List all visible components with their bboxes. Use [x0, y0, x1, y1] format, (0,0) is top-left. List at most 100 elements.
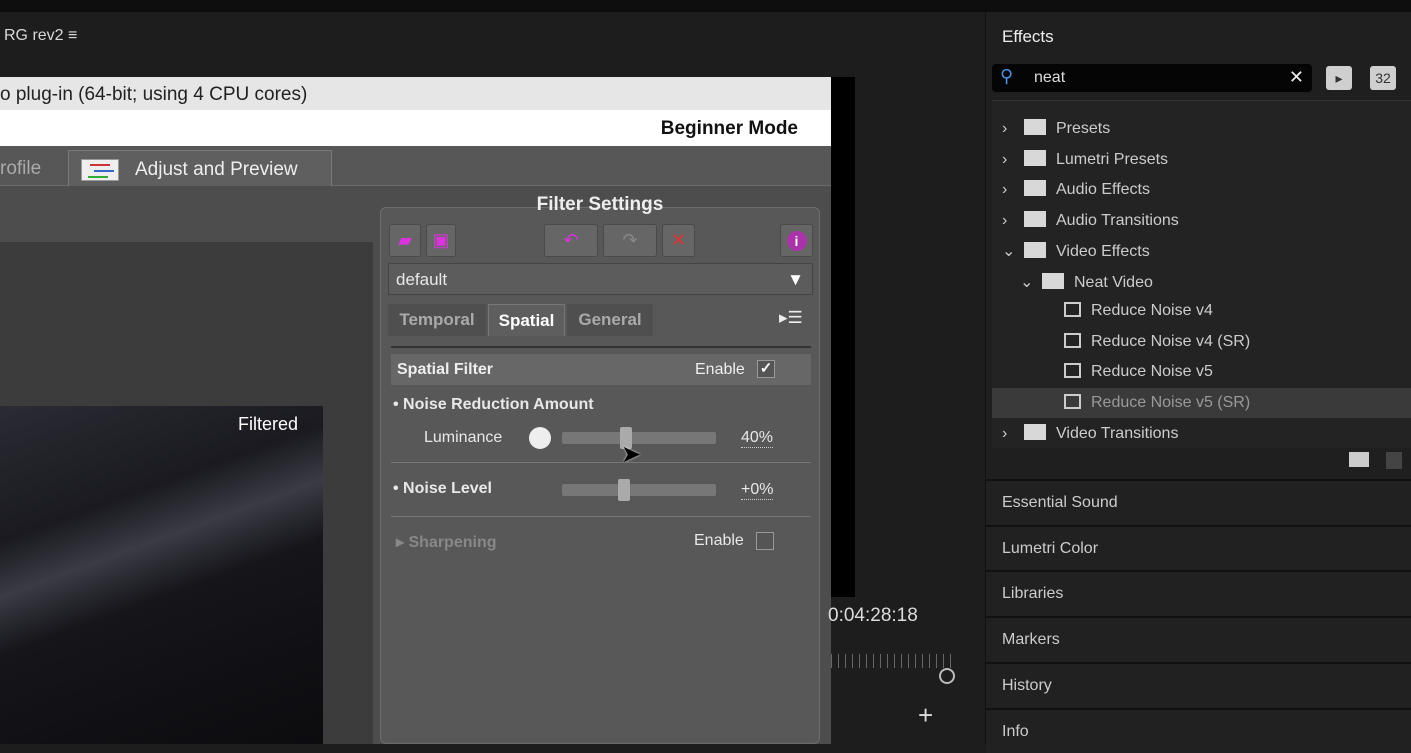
- 32bit-effects-icon[interactable]: 32: [1370, 66, 1396, 90]
- tree-item[interactable]: › Video Transitions: [992, 418, 1411, 448]
- panel-tab[interactable]: History: [986, 661, 1411, 707]
- undo-button[interactable]: ↶: [544, 224, 598, 257]
- folder-icon: [1024, 424, 1046, 440]
- tab-spatial[interactable]: Spatial: [488, 304, 565, 336]
- panel-tab[interactable]: Markers: [986, 616, 1411, 662]
- effects-panel: Effects ⚲ neat ✕ ▸ 32 › Presets › Lumetri…: [985, 12, 1411, 753]
- spatial-filter-label: Spatial Filter: [397, 361, 494, 378]
- tree-item[interactable]: Reduce Noise v5 (SR): [992, 387, 1411, 418]
- sequence-tab[interactable]: RG rev2 ≡: [4, 27, 77, 45]
- preview-image[interactable]: [0, 406, 323, 744]
- tree-item[interactable]: Reduce Noise v5: [992, 357, 1411, 387]
- panel-tab[interactable]: Essential Sound: [986, 479, 1411, 524]
- filter-settings-title: Filter Settings: [536, 194, 664, 215]
- spatial-enable-checkbox[interactable]: ✓: [757, 360, 775, 378]
- tree-item[interactable]: Reduce Noise v4 (SR): [992, 327, 1411, 357]
- tree-item-label: Audio Transitions: [1056, 211, 1179, 229]
- effects-search[interactable]: ⚲ neat ✕: [992, 64, 1312, 92]
- program-monitor-video: [831, 77, 855, 597]
- folder-icon: [1024, 210, 1046, 227]
- panel-tab[interactable]: Lumetri Color: [986, 524, 1411, 570]
- redo-button[interactable]: ↷: [603, 224, 657, 257]
- folder-icon: [1042, 272, 1064, 289]
- slider-thumb[interactable]: [618, 479, 630, 501]
- panel-tab[interactable]: Info: [986, 707, 1411, 753]
- search-icon: ⚲: [1000, 66, 1014, 86]
- chevron-right-icon[interactable]: ›: [1002, 181, 1024, 199]
- noise-level-heading: • Noise Level: [393, 480, 492, 497]
- timecode[interactable]: 0:04:28:18: [828, 605, 918, 627]
- tree-item[interactable]: › Audio Effects: [992, 174, 1411, 204]
- tree-item-label: Reduce Noise v4: [1091, 302, 1213, 319]
- open-folder-button[interactable]: ▰: [389, 224, 421, 257]
- noise-level-slider[interactable]: [562, 479, 716, 501]
- panel-tab[interactable]: Libraries: [986, 570, 1411, 616]
- tab-general[interactable]: General: [567, 304, 653, 336]
- divider: [391, 516, 811, 517]
- tree-item-label: Reduce Noise v4 (SR): [1091, 332, 1251, 350]
- noise-reduction-label: Noise Reduction Amount: [403, 396, 594, 413]
- preset-dropdown[interactable]: default ▼: [388, 263, 813, 295]
- undo-icon: ↶: [563, 230, 579, 250]
- dialog-tabs: rofile Adjust and Preview: [0, 146, 831, 186]
- cursor-icon: ➤: [621, 441, 642, 468]
- spatial-filter-header: Spatial Filter Enable ✓: [391, 354, 811, 385]
- tree-item[interactable]: Reduce Noise v4: [992, 296, 1411, 326]
- save-button[interactable]: ▣: [426, 224, 456, 257]
- chevron-down-icon: ▼: [787, 270, 804, 289]
- effect-icon: [1064, 302, 1081, 317]
- sharpening-toggle[interactable]: ▸ Sharpening: [396, 532, 497, 552]
- folder-icon: [1024, 149, 1046, 166]
- sharpening-enable-label: Enable: [694, 532, 744, 549]
- tab-menu-icon[interactable]: ▸☰: [779, 308, 803, 328]
- effects-title: Effects: [1002, 27, 1054, 46]
- redo-icon: ↷: [622, 230, 638, 250]
- luminance-value[interactable]: 40%: [741, 429, 774, 448]
- sharpening-label: Sharpening: [408, 534, 497, 551]
- sharpening-enable-checkbox[interactable]: [756, 532, 774, 550]
- luminance-reset-dot[interactable]: [529, 427, 551, 449]
- noise-reduction-heading: • Noise Reduction Amount: [393, 396, 594, 413]
- new-bin-icon[interactable]: [1349, 452, 1369, 467]
- mode-label[interactable]: Beginner Mode: [0, 110, 831, 146]
- tree-item[interactable]: › Audio Transitions: [992, 205, 1411, 235]
- accelerated-effects-icon[interactable]: ▸: [1326, 66, 1352, 90]
- tree-item-label: Reduce Noise v5 (SR): [1091, 393, 1251, 411]
- tree-item-label: Lumetri Presets: [1056, 150, 1169, 168]
- tree-item[interactable]: › Presets: [992, 113, 1411, 143]
- chevron-right-icon[interactable]: ›: [1002, 151, 1024, 169]
- info-button[interactable]: i: [780, 224, 813, 257]
- tree-item-label: Reduce Noise v5: [1091, 363, 1213, 380]
- tree-item[interactable]: ⌄ Video Effects: [992, 235, 1411, 265]
- effects-tree: › Presets › Lumetri Presets › Audio Effect…: [992, 100, 1411, 448]
- tab-adjust-preview[interactable]: Adjust and Preview: [68, 150, 332, 186]
- search-input[interactable]: neat: [1034, 69, 1065, 87]
- sliders-icon: [81, 159, 119, 181]
- tree-item[interactable]: › Lumetri Presets: [992, 144, 1411, 174]
- chevron-down-icon[interactable]: ⌄: [1002, 241, 1024, 261]
- filter-settings-panel: Filter Settings ▰ ▣ ↶ ↷ ✕ i default ▼ Tem…: [380, 194, 820, 744]
- filtered-label: Filtered: [238, 414, 299, 434]
- tree-item[interactable]: ⌄ Neat Video: [992, 266, 1411, 296]
- neat-video-dialog: o plug-in (64-bit; using 4 CPU cores) Be…: [0, 77, 831, 744]
- folder-icon: [1024, 119, 1046, 135]
- playhead-handle[interactable]: [939, 668, 955, 684]
- folder-icon: [1024, 180, 1046, 196]
- chevron-right-icon[interactable]: ›: [1002, 120, 1024, 138]
- hamburger-icon[interactable]: ≡: [68, 27, 77, 44]
- sequence-title: RG rev2: [4, 27, 64, 44]
- clear-search-icon[interactable]: ✕: [1289, 67, 1304, 88]
- chevron-down-icon[interactable]: ⌄: [1020, 272, 1042, 292]
- reset-button[interactable]: ✕: [662, 224, 695, 257]
- effect-icon: [1064, 363, 1081, 378]
- close-x-icon: ✕: [670, 230, 687, 250]
- tab-temporal[interactable]: Temporal: [388, 304, 486, 336]
- noise-level-value[interactable]: +0%: [741, 481, 774, 500]
- chevron-right-icon[interactable]: ›: [1002, 212, 1024, 230]
- effect-icon: [1064, 393, 1081, 409]
- time-ruler[interactable]: [831, 654, 955, 668]
- trash-icon[interactable]: [1386, 452, 1402, 469]
- add-button[interactable]: +: [918, 700, 933, 731]
- chevron-right-icon[interactable]: ›: [1002, 425, 1024, 443]
- tab-profile[interactable]: rofile: [0, 150, 41, 186]
